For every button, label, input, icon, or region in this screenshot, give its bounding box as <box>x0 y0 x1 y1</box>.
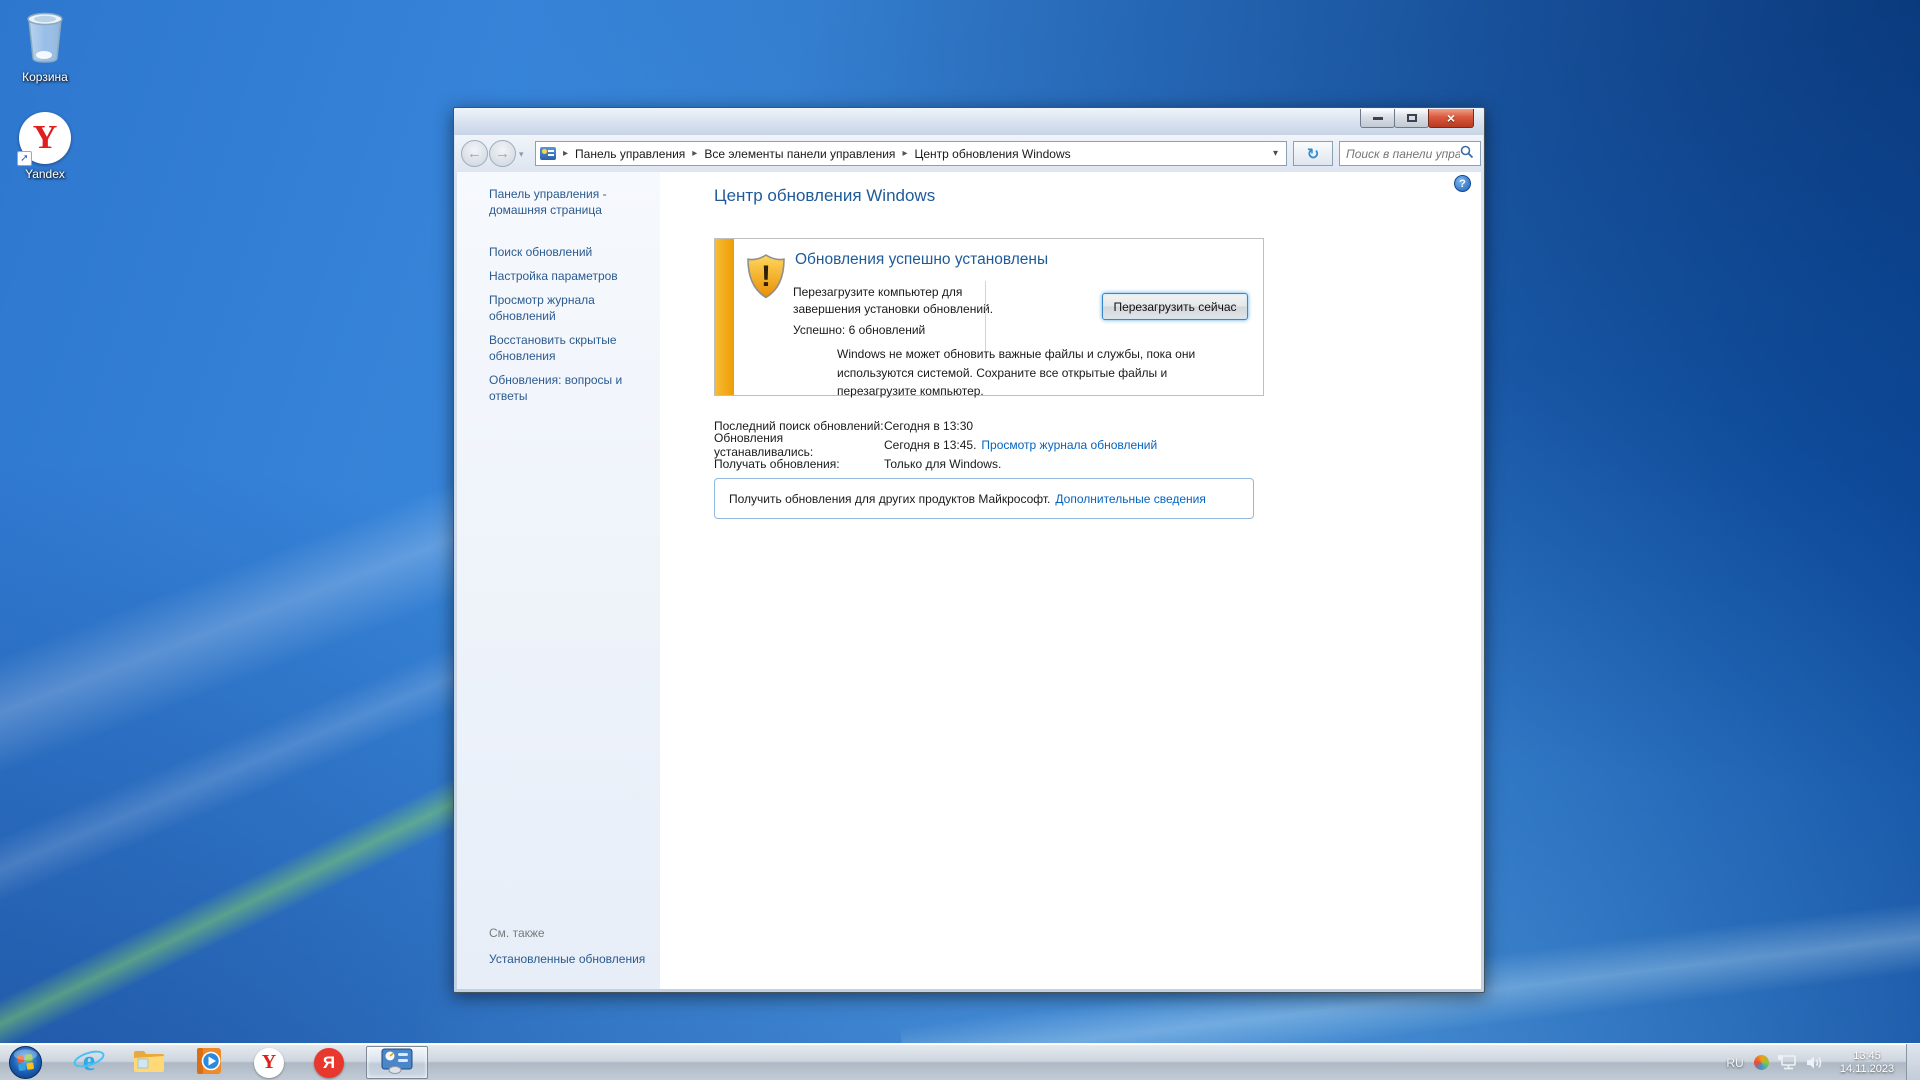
info-label: Получать обновления: <box>714 456 840 471</box>
maximize-button[interactable] <box>1394 109 1429 128</box>
window-titlebar[interactable] <box>454 108 1484 135</box>
taskbar: e Y Я RU 13:45 14.11.2023 <box>0 1043 1920 1080</box>
media-player-icon <box>194 1046 224 1079</box>
address-bar[interactable]: ▸ Панель управления ▸ Все элементы панел… <box>535 141 1287 166</box>
recycle-bin-icon <box>21 12 69 67</box>
sidebar-item-control-panel-home[interactable]: Панель управления - домашняя страница <box>489 186 647 218</box>
yandex-letter: Y <box>32 119 58 156</box>
info-row-installed: Обновления устанавливались: Сегодня в 13… <box>714 431 1157 459</box>
search-input[interactable] <box>1346 146 1460 161</box>
language-indicator[interactable]: RU <box>1720 1056 1750 1070</box>
svg-text:e: e <box>83 1046 95 1077</box>
taskbar-control-panel-active[interactable] <box>366 1046 428 1079</box>
minimize-icon <box>1372 116 1383 120</box>
info-value: Сегодня в 13:45. <box>884 437 977 452</box>
windows-update-tray-icon[interactable] <box>1754 1055 1769 1070</box>
breadcrumb-all-items[interactable]: Все элементы панели управления <box>704 147 895 161</box>
svg-text:!: ! <box>761 260 771 293</box>
folder-icon <box>133 1048 165 1077</box>
taskbar-windows-explorer[interactable] <box>128 1047 170 1078</box>
internet-explorer-icon: e <box>73 1045 105 1080</box>
taskbar-clock[interactable]: 13:45 14.11.2023 <box>1832 1050 1902 1076</box>
desktop-icon-label: Yandex <box>25 167 65 181</box>
close-button[interactable]: × <box>1428 109 1474 128</box>
sidebar-item-faq[interactable]: Обновления: вопросы и ответы <box>489 372 647 404</box>
refresh-button[interactable]: ↻ <box>1293 141 1333 166</box>
clock-date: 14.11.2023 <box>1839 1062 1895 1075</box>
recent-pages-dropdown[interactable]: ▾ <box>519 149 524 160</box>
info-value: Только для Windows. <box>884 456 1002 471</box>
status-title: Обновления успешно установлены <box>795 251 1049 268</box>
maximize-icon <box>1406 114 1417 122</box>
taskbar-yandex-start[interactable]: Я <box>308 1047 350 1078</box>
info-row-receive: Получать обновления: Только для Windows. <box>714 454 1157 473</box>
info-value: Сегодня в 13:30 <box>884 418 974 433</box>
back-icon: ← <box>467 145 482 162</box>
sidebar-item-update-history[interactable]: Просмотр журнала обновлений <box>489 292 647 324</box>
status-success-count: Успешно: 6 обновлений <box>793 323 926 337</box>
security-shield-icon: ! <box>746 253 786 303</box>
yandex-start-icon: Я <box>314 1047 344 1078</box>
sidebar-item-change-settings[interactable]: Настройка параметров <box>489 268 647 284</box>
see-also-header: См. также <box>489 926 545 940</box>
yandex-letter: Y <box>261 1051 277 1073</box>
learn-more-link[interactable]: Дополнительные сведения <box>1055 492 1205 506</box>
info-label: Обновления устанавливались: <box>714 430 814 459</box>
shortcut-arrow-icon: ➚ <box>17 151 32 166</box>
page-title: Центр обновления Windows <box>714 186 936 205</box>
search-icon <box>1460 145 1474 162</box>
breadcrumb-separator-icon: ▸ <box>563 148 569 159</box>
desktop: Корзина Y ➚ Yandex × ← → ▾ ▸ Панель упра… <box>0 0 1920 1080</box>
help-button[interactable]: ? <box>1454 175 1471 192</box>
address-dropdown-icon[interactable]: ▾ <box>1269 148 1282 159</box>
breadcrumb-separator-icon: ▸ <box>692 148 698 159</box>
minimize-button[interactable] <box>1360 109 1395 128</box>
update-status-panel: ! Обновления успешно установлены Перезаг… <box>714 238 1264 398</box>
microsoft-updates-promo: Получить обновления для других продуктов… <box>714 478 1254 519</box>
sidebar-item-restore-hidden[interactable]: Восстановить скрытые обновления <box>489 332 647 364</box>
status-message: Перезагрузите компьютер для завершения у… <box>793 285 994 316</box>
status-note: Windows не может обновить важные файлы и… <box>837 347 1196 398</box>
forward-button[interactable]: → <box>489 140 516 167</box>
network-icon[interactable] <box>1777 1054 1797 1071</box>
status-stripe <box>715 239 734 395</box>
control-panel-icon <box>540 147 556 160</box>
breadcrumb-control-panel[interactable]: Панель управления <box>575 147 685 161</box>
desktop-icon-recycle-bin[interactable]: Корзина <box>0 8 90 84</box>
control-panel-window: × ← → ▾ ▸ Панель управления ▸ Все элемен… <box>453 107 1485 993</box>
sidebar-item-installed-updates[interactable]: Установленные обновления <box>489 952 645 966</box>
refresh-icon: ↻ <box>1306 145 1320 163</box>
breadcrumb-windows-update[interactable]: Центр обновления Windows <box>914 147 1070 161</box>
caption-buttons: × <box>1360 109 1474 128</box>
show-desktop-button[interactable] <box>1906 1044 1920 1080</box>
search-box[interactable] <box>1339 141 1481 166</box>
restart-now-button[interactable]: Перезагрузить сейчас <box>1102 293 1248 320</box>
forward-icon: → <box>495 145 510 162</box>
navigation-toolbar: ← → ▾ ▸ Панель управления ▸ Все элементы… <box>455 135 1483 172</box>
taskbar-media-player[interactable] <box>188 1047 230 1078</box>
start-button[interactable] <box>8 1045 43 1080</box>
window-client-area: Панель управления - домашняя страница По… <box>457 172 1481 989</box>
clock-time: 13:45 <box>1853 1049 1881 1062</box>
taskbar-internet-explorer[interactable]: e <box>68 1045 110 1080</box>
main-pane: ? Центр обновления Windows ! Обновления … <box>660 172 1481 989</box>
system-tray: RU 13:45 14.11.2023 <box>1720 1044 1920 1080</box>
desktop-icon-label: Корзина <box>22 70 68 84</box>
back-button[interactable]: ← <box>461 140 488 167</box>
help-icon: ? <box>1459 177 1466 190</box>
close-icon: × <box>1446 110 1456 126</box>
yandex-browser-icon: Y <box>254 1047 284 1078</box>
sidebar-item-check-updates[interactable]: Поиск обновлений <box>489 244 647 260</box>
update-info-rows: Последний поиск обновлений: Сегодня в 13… <box>714 416 1157 473</box>
breadcrumb-separator-icon: ▸ <box>902 148 908 159</box>
promo-text: Получить обновления для других продуктов… <box>729 491 1051 506</box>
sidebar: Панель управления - домашняя страница По… <box>457 172 660 989</box>
yandex-ya-letter: Я <box>322 1052 336 1072</box>
yandex-icon: Y ➚ <box>17 112 71 166</box>
volume-icon[interactable] <box>1805 1054 1824 1071</box>
update-history-link[interactable]: Просмотр журнала обновлений <box>981 438 1157 452</box>
control-panel-window-icon <box>380 1048 414 1077</box>
taskbar-yandex-browser[interactable]: Y <box>248 1047 290 1078</box>
desktop-icon-yandex[interactable]: Y ➚ Yandex <box>0 112 90 181</box>
